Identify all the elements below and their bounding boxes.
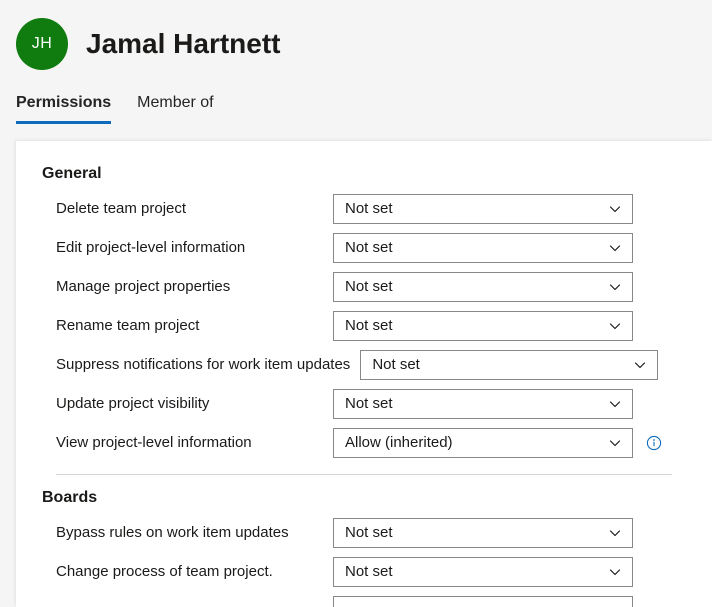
permission-row: View project-level information Allow (inh… bbox=[42, 423, 712, 462]
info-circle-icon[interactable] bbox=[646, 435, 662, 451]
dropdown-selected-value: Not set bbox=[345, 317, 393, 334]
section-boards: Boards Bypass rules on work item updates N… bbox=[42, 489, 712, 607]
permission-row: Update project visibility Not set bbox=[42, 384, 712, 423]
permissions-panel: General Delete team project Not set Edit pr… bbox=[16, 141, 712, 607]
permission-dropdown[interactable] bbox=[333, 595, 633, 607]
permission-label: Manage project properties bbox=[56, 278, 231, 295]
permission-dropdown[interactable]: Not set bbox=[333, 517, 633, 548]
chevron-down-icon bbox=[609, 320, 621, 332]
identity-block: JH Jamal Hartnett bbox=[16, 14, 712, 74]
permission-label: Suppress notifications for work item upd… bbox=[56, 356, 351, 373]
permission-dropdown[interactable]: Not set bbox=[333, 193, 633, 224]
permission-label: Update project visibility bbox=[56, 395, 210, 412]
permission-dropdown[interactable]: Not set bbox=[333, 556, 633, 587]
chevron-down-icon bbox=[609, 281, 621, 293]
tab-permissions[interactable]: Permissions bbox=[16, 94, 112, 124]
dropdown-selected-value: Allow (inherited) bbox=[345, 434, 453, 451]
section-title: Boards bbox=[42, 489, 98, 506]
permission-dropdown[interactable]: Not set bbox=[333, 271, 633, 302]
permission-dropdown[interactable]: Allow (inherited) bbox=[333, 427, 633, 458]
dropdown-selected-value: Not set bbox=[345, 524, 393, 541]
section-divider bbox=[56, 474, 672, 475]
chevron-down-icon bbox=[609, 527, 621, 539]
chevron-down-icon bbox=[634, 359, 646, 371]
permission-row: Rename team project Not set bbox=[42, 306, 712, 345]
permissions-list: General Delete team project Not set Edit pr… bbox=[16, 141, 712, 607]
permission-row bbox=[42, 591, 712, 607]
permission-row: Delete team project Not set bbox=[42, 189, 712, 228]
permission-dropdown[interactable]: Not set bbox=[360, 349, 659, 380]
permission-label: Change process of team project. bbox=[56, 563, 273, 580]
dropdown-selected-value: Not set bbox=[345, 200, 393, 217]
permission-label: Delete team project bbox=[56, 200, 187, 217]
dropdown-selected-value: Not set bbox=[345, 239, 393, 256]
permission-dropdown[interactable]: Not set bbox=[333, 310, 633, 341]
chevron-down-icon bbox=[609, 437, 621, 449]
permission-label: Rename team project bbox=[56, 317, 200, 334]
permission-row: Edit project-level information Not set bbox=[42, 228, 712, 267]
user-header: JH Jamal Hartnett Permissions Member of bbox=[0, 0, 712, 124]
chevron-down-icon bbox=[609, 566, 621, 578]
permission-label: View project-level information bbox=[56, 434, 252, 451]
tab-member-of[interactable]: Member of bbox=[137, 94, 213, 124]
chevron-down-icon bbox=[609, 203, 621, 215]
tab-bar: Permissions Member of bbox=[16, 82, 712, 124]
permission-label: Bypass rules on work item updates bbox=[56, 524, 289, 541]
dropdown-selected-value: Not set bbox=[345, 563, 393, 580]
dropdown-selected-value: Not set bbox=[345, 278, 393, 295]
permission-row: Change process of team project. Not set bbox=[42, 552, 712, 591]
dropdown-selected-value: Not set bbox=[345, 395, 393, 412]
permission-label: Edit project-level information bbox=[56, 239, 246, 256]
dropdown-selected-value: Not set bbox=[372, 356, 420, 373]
page-title: Jamal Hartnett bbox=[86, 28, 281, 59]
chevron-down-icon bbox=[609, 242, 621, 254]
permission-row: Manage project properties Not set bbox=[42, 267, 712, 306]
permission-row: Bypass rules on work item updates Not set bbox=[42, 513, 712, 552]
permission-dropdown[interactable]: Not set bbox=[333, 232, 633, 263]
permission-dropdown[interactable]: Not set bbox=[333, 388, 633, 419]
chevron-down-icon bbox=[609, 398, 621, 410]
section-general: General Delete team project Not set Edit pr… bbox=[42, 165, 712, 462]
section-title: General bbox=[42, 165, 102, 182]
avatar: JH bbox=[16, 18, 68, 70]
permission-row: Suppress notifications for work item upd… bbox=[42, 345, 712, 384]
